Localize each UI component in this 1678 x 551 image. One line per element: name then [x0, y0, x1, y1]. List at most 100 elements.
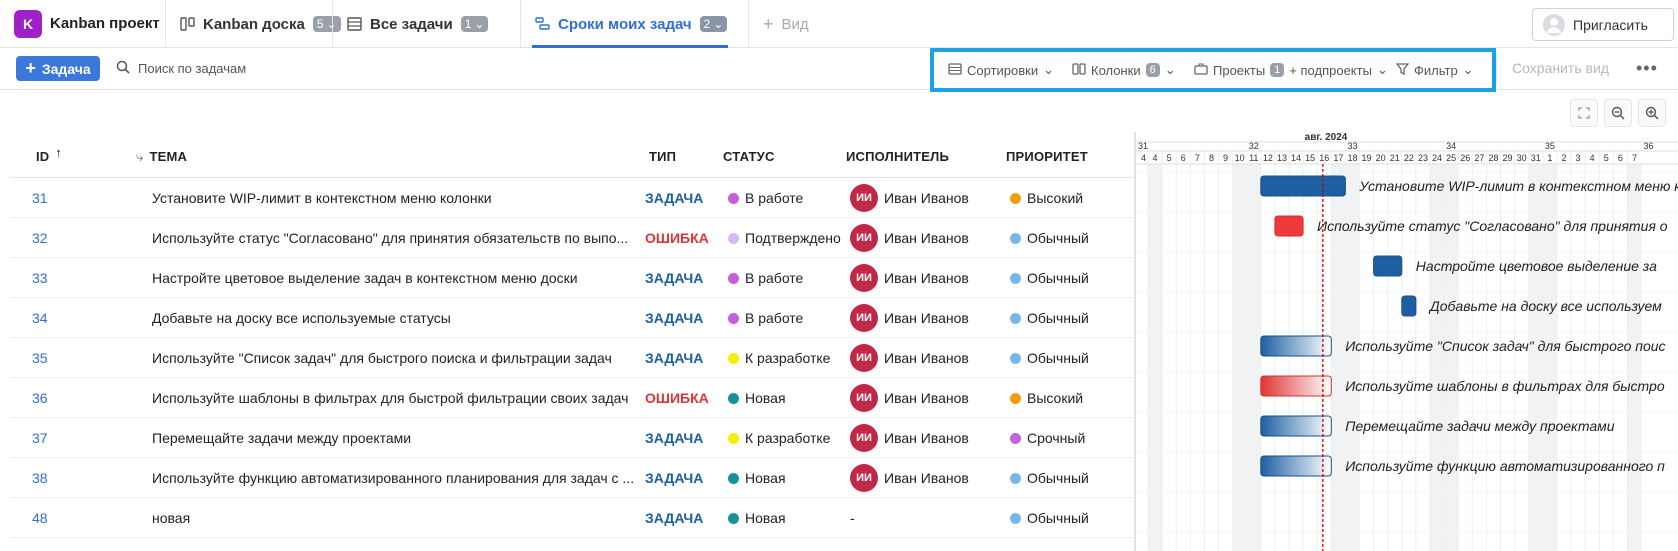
- task-title[interactable]: Используйте статус "Согласовано" для при…: [152, 218, 642, 258]
- task-title[interactable]: Используйте шаблоны в фильтрах для быстр…: [152, 378, 642, 418]
- column-header-type[interactable]: ТИП: [649, 149, 676, 164]
- day-label: 4: [1153, 153, 1158, 163]
- plus-icon: +: [25, 58, 36, 78]
- task-priority[interactable]: Высокий: [1010, 378, 1083, 418]
- column-header-id[interactable]: ID ↑: [36, 145, 62, 164]
- task-priority[interactable]: Обычный: [1010, 258, 1089, 298]
- task-status[interactable]: К разработке: [728, 338, 830, 378]
- tab-kanban-board[interactable]: Kanban доска 5 ⌄: [165, 0, 355, 48]
- task-title[interactable]: Установите WIP-лимит в контекстном меню …: [152, 178, 642, 218]
- column-header-status[interactable]: СТАТУС: [723, 149, 775, 164]
- day-label: 23: [1418, 153, 1428, 163]
- projects-button[interactable]: Проекты 1 + подпроекты ⌄: [1194, 62, 1388, 78]
- task-status[interactable]: Новая: [728, 378, 786, 418]
- status-dot: [728, 192, 739, 204]
- project-logo[interactable]: K: [14, 10, 42, 38]
- task-title[interactable]: Добавьте на доску все используемые стату…: [152, 298, 642, 338]
- search-input[interactable]: Поиск по задачам: [116, 60, 246, 77]
- task-assignee[interactable]: ИИ Иван Иванов: [850, 298, 969, 338]
- task-status[interactable]: В работе: [728, 258, 803, 298]
- tab-count-badge[interactable]: 2 ⌄: [699, 16, 728, 32]
- task-id-link[interactable]: 31: [32, 178, 48, 218]
- task-type: ЗАДАЧА: [645, 310, 704, 326]
- table-row[interactable]: 31 Установите WIP-лимит в контекстном мен…: [10, 178, 1135, 218]
- table-row[interactable]: 33 Настройте цветовое выделение задач в к…: [10, 258, 1135, 298]
- sort-icon: [948, 62, 962, 78]
- week-label: 36: [1644, 141, 1654, 151]
- task-id-link[interactable]: 32: [32, 218, 48, 258]
- invite-button[interactable]: Пригласить: [1532, 8, 1674, 41]
- table-row[interactable]: 36 Используйте шаблоны в фильтрах для быс…: [10, 378, 1135, 418]
- gantt-bar: [1260, 415, 1332, 437]
- more-menu-icon[interactable]: •••: [1636, 58, 1658, 79]
- column-header-assignee[interactable]: ИСПОЛНИТЕЛЬ: [846, 149, 949, 164]
- task-id-link[interactable]: 34: [32, 298, 48, 338]
- table-row[interactable]: 35 Используйте "Список задач" для быстрог…: [10, 338, 1135, 378]
- day-label: 12: [1263, 153, 1273, 163]
- tab-all-tasks[interactable]: Все задачи 1 ⌄: [332, 0, 502, 48]
- task-priority[interactable]: Высокий: [1010, 178, 1083, 218]
- task-id-link[interactable]: 37: [32, 418, 48, 458]
- task-title[interactable]: Используйте "Список задач" для быстрого …: [152, 338, 642, 378]
- task-priority[interactable]: Обычный: [1010, 218, 1089, 258]
- task-priority[interactable]: Обычный: [1010, 458, 1089, 498]
- task-id-link[interactable]: 48: [32, 498, 48, 538]
- add-task-button[interactable]: + Задача: [16, 56, 100, 81]
- zoom-out-icon[interactable]: [1604, 99, 1632, 127]
- task-assignee[interactable]: ИИ Иван Иванов: [850, 378, 969, 418]
- task-status[interactable]: Новая: [728, 458, 786, 498]
- task-status[interactable]: В работе: [728, 178, 803, 218]
- task-title[interactable]: Используйте функцию автоматизированного …: [152, 458, 642, 498]
- day-label: 2: [1561, 153, 1566, 163]
- task-id-link[interactable]: 35: [32, 338, 48, 378]
- task-type: ОШИБКА: [645, 390, 709, 406]
- task-assignee[interactable]: -: [850, 498, 855, 538]
- chevron-down-icon: ⌄: [1164, 62, 1176, 77]
- task-status[interactable]: Новая: [728, 498, 786, 538]
- task-type: ЗАДАЧА: [645, 430, 704, 446]
- column-header-priority[interactable]: ПРИОРИТЕТ: [1006, 149, 1088, 164]
- add-view-button[interactable]: + Вид: [748, 0, 809, 48]
- task-id-link[interactable]: 38: [32, 458, 48, 498]
- task-assignee[interactable]: ИИ Иван Иванов: [850, 258, 969, 298]
- tab-count-badge[interactable]: 1 ⌄: [460, 16, 489, 32]
- tab-my-deadlines[interactable]: Сроки моих задач 2 ⌄: [520, 0, 741, 48]
- table-row[interactable]: 37 Перемещайте задачи между проектами ЗАДА…: [10, 418, 1135, 458]
- task-id-link[interactable]: 33: [32, 258, 48, 298]
- task-title[interactable]: Перемещайте задачи между проектами: [152, 418, 642, 458]
- task-assignee[interactable]: ИИ Иван Иванов: [850, 418, 969, 458]
- save-view-button[interactable]: Сохранить вид: [1496, 52, 1624, 84]
- task-title[interactable]: Настройте цветовое выделение задач в кон…: [152, 258, 642, 298]
- task-priority[interactable]: Обычный: [1010, 298, 1089, 338]
- zoom-in-icon[interactable]: [1638, 99, 1666, 127]
- task-assignee[interactable]: ИИ Иван Иванов: [850, 218, 969, 258]
- tab-label: Все задачи: [370, 15, 453, 33]
- column-header-title[interactable]: ⤷ ТЕМА: [136, 149, 187, 165]
- task-status[interactable]: Подтверждено: [728, 218, 841, 258]
- table-row[interactable]: 48 новая ЗАДАЧА Новая - Обычный: [10, 498, 1135, 538]
- task-type: ЗАДАЧА: [645, 470, 704, 486]
- task-priority[interactable]: Срочный: [1010, 418, 1085, 458]
- task-id-link[interactable]: 36: [32, 378, 48, 418]
- columns-button[interactable]: Колонки 6 ⌄: [1072, 62, 1176, 78]
- sort-button[interactable]: Сортировки ⌄: [948, 62, 1054, 78]
- table-row[interactable]: 32 Используйте статус "Согласовано" для п…: [10, 218, 1135, 258]
- table-row[interactable]: 34 Добавьте на доску все используемые ста…: [10, 298, 1135, 338]
- fullscreen-icon[interactable]: [1570, 99, 1598, 127]
- task-assignee[interactable]: ИИ Иван Иванов: [850, 178, 969, 218]
- project-name[interactable]: Kanban проект: [50, 15, 160, 32]
- day-label: 18: [1347, 153, 1357, 163]
- task-status[interactable]: К разработке: [728, 418, 830, 458]
- task-priority[interactable]: Обычный: [1010, 338, 1089, 378]
- task-status[interactable]: В работе: [728, 298, 803, 338]
- day-label: 27: [1474, 153, 1484, 163]
- task-assignee[interactable]: ИИ Иван Иванов: [850, 458, 969, 498]
- filter-button[interactable]: Фильтр ⌄: [1395, 62, 1474, 78]
- table-row[interactable]: 38 Используйте функцию автоматизированног…: [10, 458, 1135, 498]
- task-type: ЗАДАЧА: [645, 350, 704, 366]
- task-title[interactable]: новая: [152, 498, 642, 538]
- task-assignee[interactable]: ИИ Иван Иванов: [850, 338, 969, 378]
- gantt-bar-label: Используйте функцию автоматизированного …: [1345, 458, 1665, 474]
- task-priority[interactable]: Обычный: [1010, 498, 1089, 538]
- gantt-bar: [1401, 295, 1417, 317]
